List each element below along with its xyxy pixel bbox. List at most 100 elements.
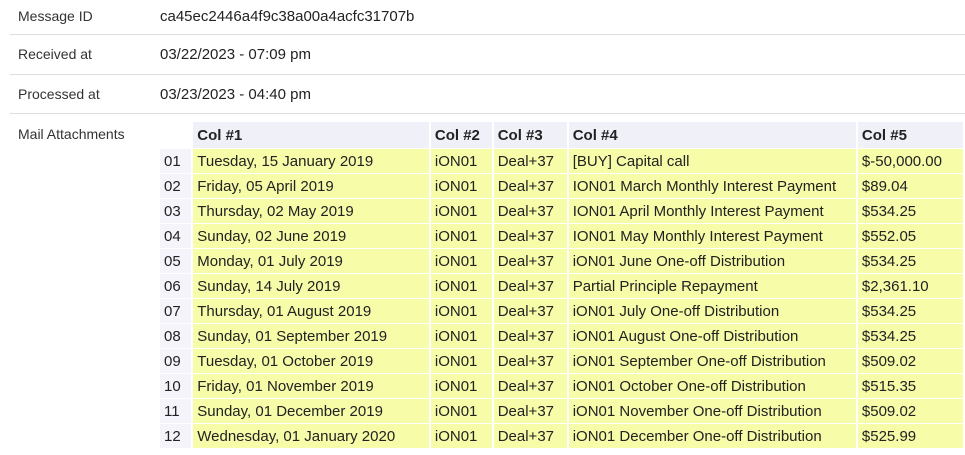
table-cell: $534.25 (857, 298, 965, 323)
table-cell: Deal+37 (493, 223, 569, 248)
table-cell: ION01 April Monthly Interest Payment (568, 198, 858, 223)
table-row: 04 Sunday, 02 June 2019 iON01 Deal+37 ION01 … (160, 223, 965, 248)
table-cell: iON01 August One-off Distribution (568, 323, 858, 348)
table-cell: Deal+37 (493, 373, 569, 398)
table-cell: $89.04 (857, 173, 965, 198)
message-id-row: Message ID ca45ec2446a4f9c38a00a4acfc317… (10, 0, 965, 35)
table-cell: [BUY] Capital call (568, 148, 858, 173)
table-cell: Thursday, 02 May 2019 (193, 198, 431, 223)
table-header-row: Col #1 Col #2 Col #3 Col #4 Col #5 (160, 122, 965, 148)
row-index: 09 (160, 348, 194, 373)
table-cell: Partial Principle Repayment (568, 273, 858, 298)
attachments-table-body: 01 Tuesday, 15 January 2019 iON01 Deal+37 [B… (160, 148, 965, 448)
column-header: Col #1 (193, 122, 431, 148)
table-cell: iON01 (430, 198, 494, 223)
table-cell: Tuesday, 01 October 2019 (193, 348, 431, 373)
column-header: Col #2 (430, 122, 494, 148)
table-row: 11 Sunday, 01 December 2019 iON01 Deal+37 iO… (160, 398, 965, 423)
row-index: 11 (160, 398, 194, 423)
received-at-row: Received at 03/22/2023 - 07:09 pm (10, 34, 965, 75)
received-at-value: 03/22/2023 - 07:09 pm (160, 46, 311, 63)
table-cell: Sunday, 02 June 2019 (193, 223, 431, 248)
table-cell: Deal+37 (493, 298, 569, 323)
row-index: 02 (160, 173, 194, 198)
row-index: 10 (160, 373, 194, 398)
table-cell: Sunday, 01 December 2019 (193, 398, 431, 423)
table-cell: Deal+37 (493, 248, 569, 273)
row-index: 03 (160, 198, 194, 223)
table-cell: iON01 June One-off Distribution (568, 248, 858, 273)
table-cell: $-50,000.00 (857, 148, 965, 173)
message-id-value: ca45ec2446a4f9c38a00a4acfc31707b (160, 8, 415, 25)
table-cell: $552.05 (857, 223, 965, 248)
row-index: 06 (160, 273, 194, 298)
row-index: 07 (160, 298, 194, 323)
table-cell: Deal+37 (493, 273, 569, 298)
table-cell: Deal+37 (493, 423, 569, 448)
table-cell: Deal+37 (493, 148, 569, 173)
table-cell: iON01 (430, 398, 494, 423)
table-cell: Deal+37 (493, 398, 569, 423)
table-cell: Thursday, 01 August 2019 (193, 298, 431, 323)
table-cell: iON01 (430, 423, 494, 448)
table-cell: Monday, 01 July 2019 (193, 248, 431, 273)
table-row: 09 Tuesday, 01 October 2019 iON01 Deal+37 iO… (160, 348, 965, 373)
received-at-label: Received at (18, 46, 92, 62)
table-row: 08 Sunday, 01 September 2019 iON01 Deal+37 i… (160, 323, 965, 348)
table-cell: iON01 November One-off Distribution (568, 398, 858, 423)
table-cell: ION01 May Monthly Interest Payment (568, 223, 858, 248)
row-index: 08 (160, 323, 194, 348)
table-cell: iON01 October One-off Distribution (568, 373, 858, 398)
table-cell: $534.25 (857, 248, 965, 273)
row-index: 04 (160, 223, 194, 248)
table-cell: Deal+37 (493, 198, 569, 223)
table-cell: iON01 (430, 148, 494, 173)
table-cell: iON01 December One-off Distribution (568, 423, 858, 448)
table-cell: $515.35 (857, 373, 965, 398)
table-cell: Sunday, 01 September 2019 (193, 323, 431, 348)
table-cell: iON01 (430, 273, 494, 298)
table-row: 12 Wednesday, 01 January 2020 iON01 Deal+37… (160, 423, 965, 448)
processed-at-value: 03/23/2023 - 04:40 pm (160, 86, 311, 103)
table-cell: iON01 (430, 173, 494, 198)
table-cell: $534.25 (857, 323, 965, 348)
table-cell: Deal+37 (493, 348, 569, 373)
attachments-table: Col #1 Col #2 Col #3 Col #4 Col #5 01 Tue… (160, 122, 965, 448)
table-cell: iON01 September One-off Distribution (568, 348, 858, 373)
row-index: 01 (160, 148, 194, 173)
table-row: 03 Thursday, 02 May 2019 iON01 Deal+37 ION01… (160, 198, 965, 223)
table-row: 07 Thursday, 01 August 2019 iON01 Deal+37 iO… (160, 298, 965, 323)
table-cell: iON01 (430, 323, 494, 348)
table-cell: Deal+37 (493, 323, 569, 348)
table-row: 01 Tuesday, 15 January 2019 iON01 Deal+37 [B… (160, 148, 965, 173)
table-cell: iON01 (430, 373, 494, 398)
table-cell: Friday, 01 November 2019 (193, 373, 431, 398)
table-row: 10 Friday, 01 November 2019 iON01 Deal+37 iO… (160, 373, 965, 398)
processed-at-label: Processed at (18, 86, 100, 102)
table-cell: iON01 (430, 298, 494, 323)
mail-attachments-label: Mail Attachments (18, 126, 125, 142)
message-id-label: Message ID (18, 8, 93, 24)
table-cell: $509.02 (857, 398, 965, 423)
row-index: 05 (160, 248, 194, 273)
table-cell: Sunday, 14 July 2019 (193, 273, 431, 298)
column-header: Col #5 (857, 122, 965, 148)
table-cell: $2,361.10 (857, 273, 965, 298)
table-cell: $509.02 (857, 348, 965, 373)
row-index: 12 (160, 423, 194, 448)
row-index-header (160, 122, 194, 148)
table-row: 02 Friday, 05 April 2019 iON01 Deal+37 ION01… (160, 173, 965, 198)
table-cell: iON01 (430, 223, 494, 248)
table-cell: $525.99 (857, 423, 965, 448)
table-cell: iON01 July One-off Distribution (568, 298, 858, 323)
table-cell: $534.25 (857, 198, 965, 223)
table-cell: Friday, 05 April 2019 (193, 173, 431, 198)
table-cell: ION01 March Monthly Interest Payment (568, 173, 858, 198)
table-row: 05 Monday, 01 July 2019 iON01 Deal+37 iON01 … (160, 248, 965, 273)
table-cell: iON01 (430, 248, 494, 273)
column-header: Col #3 (493, 122, 569, 148)
column-header: Col #4 (568, 122, 858, 148)
table-cell: Deal+37 (493, 173, 569, 198)
processed-at-row: Processed at 03/23/2023 - 04:40 pm (10, 74, 965, 114)
table-cell: iON01 (430, 348, 494, 373)
